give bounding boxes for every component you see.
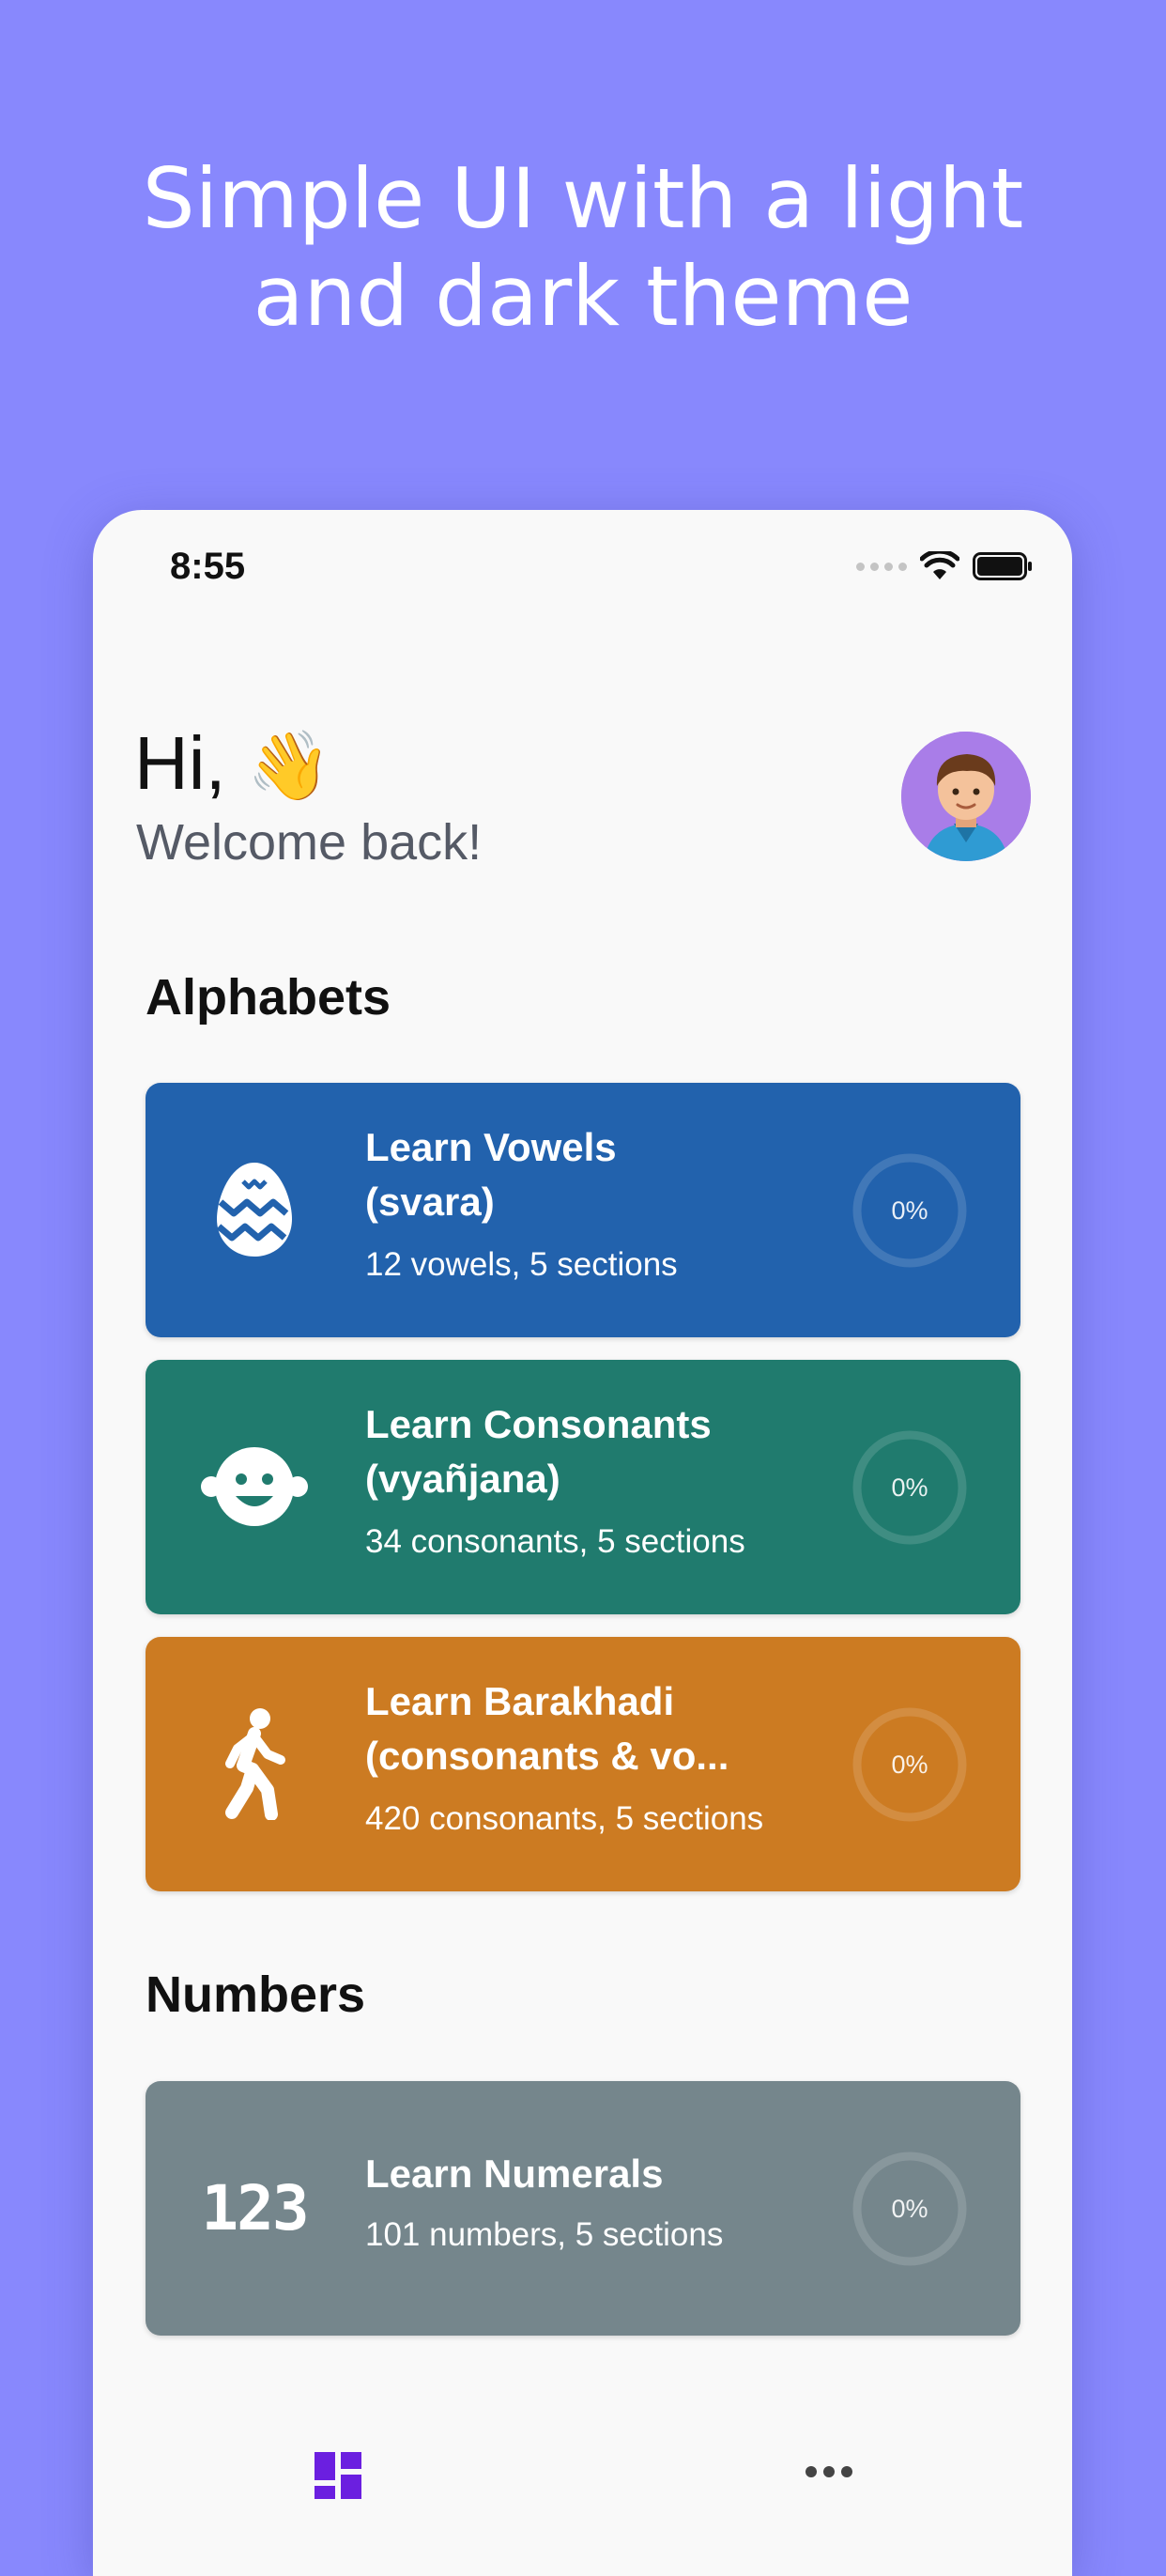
section-title-numbers: Numbers [146,1967,366,2023]
card-title-line-1: Learn Consonants [365,1402,712,1446]
section-title-alphabets: Alphabets [146,969,391,1026]
phone-screen: 8:55 Hi, 👋 Welcome back! Alphabets Learn… [93,510,1072,2576]
more-icon [805,2466,852,2477]
greeting-hi-text: Hi, [134,721,226,805]
status-icons [856,551,1033,581]
card-subtitle: 34 consonants, 5 sections [365,1523,745,1560]
card-title-line-1: Learn Numerals [365,2152,664,2196]
progress-ring: 0% [851,1706,968,1823]
baby-face-icon [198,1430,311,1543]
waving-hand-icon: 👋 [247,729,331,804]
battery-icon [973,552,1032,580]
card-title-line-2: (consonants & vo... [365,1734,729,1778]
tab-dashboard[interactable] [315,2452,361,2504]
progress-label: 0% [891,1473,928,1502]
card-learn-vowels[interactable]: Learn Vowels (svara) 12 vowels, 5 sectio… [146,1083,1020,1337]
walking-person-icon [198,1707,311,1820]
card-title-line-2: (vyañjana) [365,1457,560,1501]
progress-ring: 0% [851,1429,968,1546]
progress-label: 0% [891,1750,928,1779]
tab-more[interactable] [805,2465,853,2483]
easter-egg-icon [198,1153,311,1266]
headline: Simple UI with a light and dark theme [0,150,1166,346]
avatar[interactable] [901,732,1031,861]
signal-icon [856,562,907,571]
card-subtitle: 101 numbers, 5 sections [365,2216,724,2253]
avatar-icon [901,732,1031,861]
progress-ring: 0% [851,1152,968,1269]
headline-line-2: and dark theme [253,248,913,345]
card-title-line-1: Learn Vowels [365,1125,617,1169]
wifi-icon [920,551,959,579]
greeting-hi: Hi, 👋 [134,718,331,811]
headline-line-1: Simple UI with a light [142,150,1024,247]
progress-label: 0% [891,2194,928,2223]
card-subtitle: 12 vowels, 5 sections [365,1246,678,1283]
card-learn-barakhadi[interactable]: Learn Barakhadi (consonants & vo... 420 … [146,1637,1020,1891]
status-time: 8:55 [170,546,246,587]
card-title-line-2: (svara) [365,1180,495,1224]
welcome-text: Welcome back! [136,814,483,871]
dashboard-icon [315,2452,361,2499]
numerals-icon: 123 [198,2152,311,2264]
card-learn-numerals[interactable]: 123 Learn Numerals 101 numbers, 5 sectio… [146,2081,1020,2336]
card-learn-consonants[interactable]: Learn Consonants (vyañjana) 34 consonant… [146,1360,1020,1614]
card-title-line-1: Learn Barakhadi [365,1679,675,1723]
progress-ring: 0% [851,2151,968,2267]
numerals-icon-text: 123 [201,2171,309,2244]
card-subtitle: 420 consonants, 5 sections [365,1800,764,1837]
progress-label: 0% [891,1195,928,1225]
